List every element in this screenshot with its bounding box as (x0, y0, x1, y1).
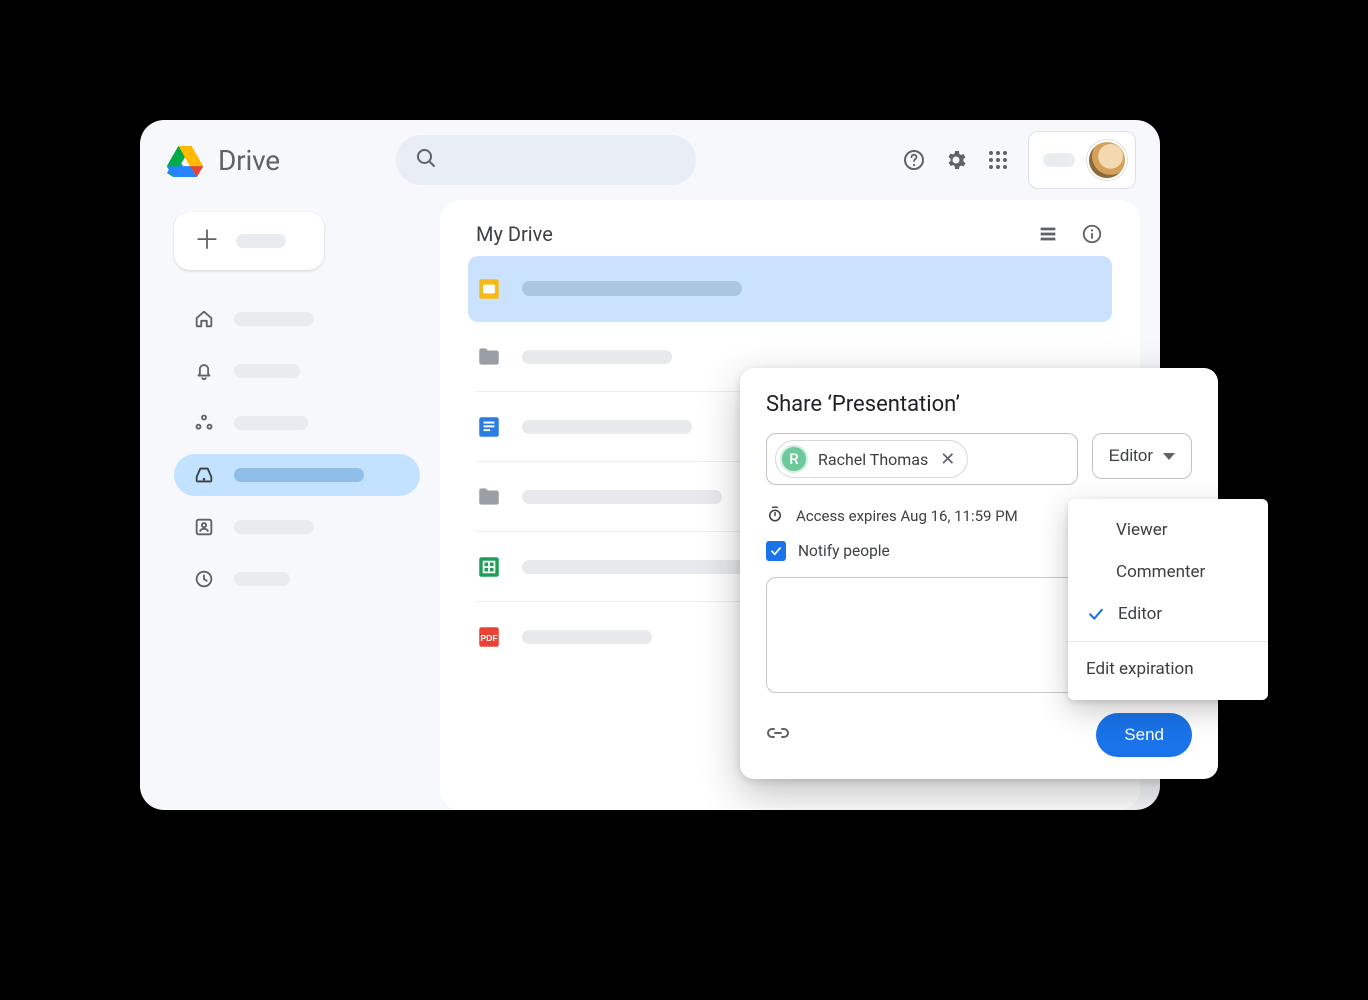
share-dialog-title: Share ‘Presentation’ (766, 392, 1192, 417)
search-input[interactable] (396, 135, 696, 185)
sidebar-item-recent[interactable] (174, 558, 420, 600)
file-name-placeholder (522, 630, 652, 644)
share-people-input[interactable]: R Rachel Thomas ✕ (766, 433, 1078, 485)
sidebar-nav (174, 298, 420, 600)
sidebar: ＋ (140, 200, 440, 810)
file-name-placeholder (522, 490, 722, 504)
list-view-icon[interactable] (1036, 222, 1060, 246)
contacts-icon (192, 515, 216, 539)
sidebar-item-activity[interactable] (174, 350, 420, 392)
file-name-placeholder (522, 420, 692, 434)
account-label-placeholder (1043, 153, 1075, 167)
home-icon (192, 307, 216, 331)
slides-icon (476, 276, 502, 302)
person-avatar: R (780, 445, 808, 473)
svg-text:PDF: PDF (480, 633, 497, 643)
info-icon[interactable] (1080, 222, 1104, 246)
notify-label: Notify people (798, 542, 890, 560)
menu-separator (1068, 641, 1268, 642)
settings-gear-icon[interactable] (944, 148, 968, 172)
sidebar-item-contacts[interactable] (174, 506, 420, 548)
header-actions (902, 131, 1136, 189)
pdf-icon: PDF (476, 624, 502, 650)
clock-icon (192, 567, 216, 591)
notify-checkbox[interactable] (766, 541, 786, 561)
docs-icon (476, 414, 502, 440)
logo[interactable]: Drive (164, 141, 280, 179)
send-button[interactable]: Send (1096, 713, 1192, 757)
copy-link-icon[interactable] (766, 721, 790, 749)
folder-icon (476, 344, 502, 370)
timer-icon (766, 505, 784, 527)
page-title: My Drive (476, 222, 553, 246)
sidebar-item-home[interactable] (174, 298, 420, 340)
check-icon (1086, 604, 1106, 624)
file-name-placeholder (522, 281, 742, 296)
person-chip[interactable]: R Rachel Thomas ✕ (775, 440, 968, 478)
drive-storage-icon (192, 463, 216, 487)
role-option-viewer[interactable]: Viewer (1068, 509, 1268, 551)
sidebar-item-shared[interactable] (174, 402, 420, 444)
sidebar-item-storage[interactable] (174, 454, 420, 496)
role-option-editor[interactable]: Editor (1068, 593, 1268, 635)
folder-icon (476, 484, 502, 510)
caret-down-icon (1163, 453, 1175, 460)
help-icon[interactable] (902, 148, 926, 172)
apps-grid-icon[interactable] (986, 148, 1010, 172)
role-option-edit-expiration[interactable]: Edit expiration (1068, 648, 1268, 690)
new-button[interactable]: ＋ (174, 212, 324, 270)
header: Drive (140, 120, 1160, 200)
file-name-placeholder (522, 350, 672, 364)
product-name: Drive (218, 144, 280, 177)
account-switcher[interactable] (1028, 131, 1136, 189)
sheets-icon (476, 554, 502, 580)
role-menu: Viewer Commenter Editor Edit expiration (1068, 499, 1268, 700)
main-header: My Drive (440, 222, 1140, 256)
shared-icon (192, 411, 216, 435)
drive-logo-icon (164, 141, 206, 179)
role-label: Editor (1109, 446, 1153, 466)
file-name-placeholder (522, 560, 747, 574)
access-expiry-text: Access expires Aug 16, 11:59 PM (796, 507, 1018, 525)
plus-icon: ＋ (194, 228, 220, 254)
remove-person-icon[interactable]: ✕ (938, 449, 957, 470)
avatar (1087, 140, 1127, 180)
person-name: Rachel Thomas (818, 450, 928, 469)
bell-icon (192, 359, 216, 383)
new-button-label-placeholder (236, 234, 286, 248)
file-row-slides[interactable] (468, 256, 1112, 322)
search-icon (414, 146, 438, 174)
role-option-commenter[interactable]: Commenter (1068, 551, 1268, 593)
role-dropdown-button[interactable]: Editor (1092, 433, 1192, 479)
